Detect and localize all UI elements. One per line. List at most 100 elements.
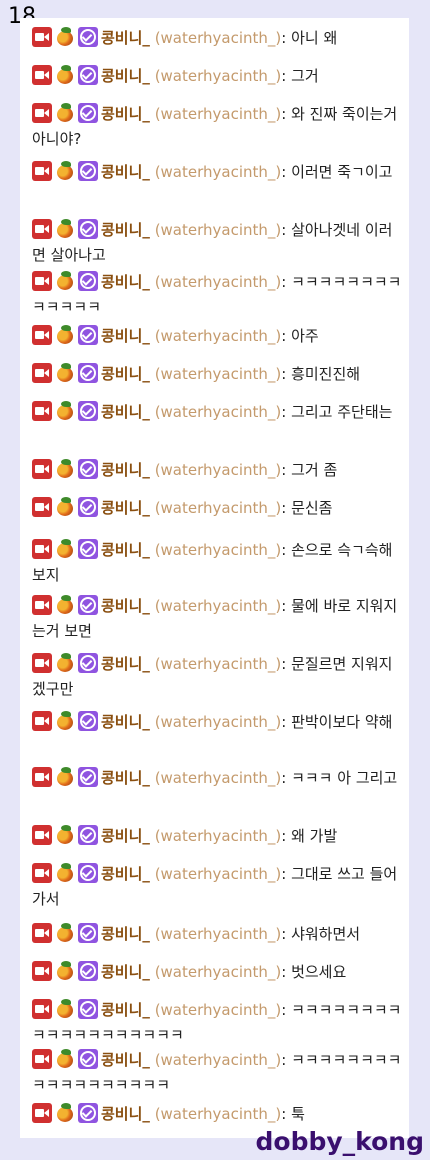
chat-username[interactable]: 콩비니_ [101,541,150,559]
chat-text: 그거 [291,67,319,85]
chat-text: 이러면 죽ㄱ이고 [291,163,393,181]
chat-separator: : [281,67,292,85]
chat-login: (waterhyacinth_) [154,461,282,479]
chat-message: 콩비니_ (waterhyacinth_): 그거 좀 [32,458,402,483]
chat-separator: : [281,273,292,291]
fruit-badge-icon [55,711,75,731]
chat-username[interactable]: 콩비니_ [101,597,150,615]
chat-message: 콩비니_ (waterhyacinth_): 아주 [32,324,402,349]
camera-badge-icon [32,219,52,239]
chat-separator: : [281,865,292,883]
chat-message: 콩비니_ (waterhyacinth_): 흥미진진해 [32,362,402,387]
chat-username[interactable]: 콩비니_ [101,273,150,291]
camera-badge-icon [32,161,52,181]
camera-badge-icon [32,923,52,943]
chat-message: 콩비니_ (waterhyacinth_): 왜 가발 [32,824,402,849]
chat-message: 콩비니_ (waterhyacinth_): 손으로 슥ㄱ슥해보지 [32,538,402,588]
chat-username[interactable]: 콩비니_ [101,365,150,383]
chat-message: 콩비니_ (waterhyacinth_): 살아나겟네 이러면 살아나고 [32,218,402,268]
chat-username[interactable]: 콩비니_ [101,221,150,239]
chat-username[interactable]: 콩비니_ [101,1051,150,1069]
camera-badge-icon [32,27,52,47]
chat-username[interactable]: 콩비니_ [101,769,150,787]
chat-username[interactable]: 콩비니_ [101,827,150,845]
chat-username[interactable]: 콩비니_ [101,499,150,517]
fruit-badge-icon [55,999,75,1019]
chat-message: 콩비니_ (waterhyacinth_): 벗으세요 [32,960,402,985]
chat-login: (waterhyacinth_) [154,273,282,291]
chat-username[interactable]: 콩비니_ [101,655,150,673]
chat-message: 콩비니_ (waterhyacinth_): 이러면 죽ㄱ이고 [32,160,402,185]
chat-username[interactable]: 콩비니_ [101,105,150,123]
chat-message: 콩비니_ (waterhyacinth_): 그거 [32,64,402,89]
chat-username[interactable]: 콩비니_ [101,865,150,883]
chat-text: 왜 가발 [291,827,338,845]
chat-separator: : [281,963,292,981]
chat-username[interactable]: 콩비니_ [101,29,150,47]
chat-login: (waterhyacinth_) [154,1051,282,1069]
chat-login: (waterhyacinth_) [154,67,282,85]
camera-badge-icon [32,653,52,673]
chat-login: (waterhyacinth_) [154,963,282,981]
verified-badge-icon [78,711,98,731]
chat-login: (waterhyacinth_) [154,365,282,383]
fruit-badge-icon [55,767,75,787]
verified-badge-icon [78,595,98,615]
chat-username[interactable]: 콩비니_ [101,713,150,731]
chat-login: (waterhyacinth_) [154,597,282,615]
chat-username[interactable]: 콩비니_ [101,963,150,981]
chat-message: 콩비니_ (waterhyacinth_): 문신좀 [32,496,402,521]
fruit-badge-icon [55,923,75,943]
chat-message: 콩비니_ (waterhyacinth_): ㅋㅋㅋㅋㅋㅋㅋㅋㅋㅋㅋㅋㅋ [32,270,402,320]
chat-username[interactable]: 콩비니_ [101,1105,150,1123]
verified-badge-icon [78,767,98,787]
chat-separator: : [281,327,292,345]
verified-badge-icon [78,271,98,291]
chat-text: 벗으세요 [291,963,347,981]
camera-badge-icon [32,497,52,517]
chat-username[interactable]: 콩비니_ [101,67,150,85]
verified-badge-icon [78,653,98,673]
chat-log[interactable]: 콩비니_ (waterhyacinth_): 아니 왜 콩비니_ (waterhy… [20,18,409,1138]
fruit-badge-icon [55,65,75,85]
chat-login: (waterhyacinth_) [154,221,282,239]
fruit-badge-icon [55,1103,75,1123]
verified-badge-icon [78,1103,98,1123]
verified-badge-icon [78,923,98,943]
camera-badge-icon [32,271,52,291]
fruit-badge-icon [55,103,75,123]
chat-username[interactable]: 콩비니_ [101,925,150,943]
fruit-badge-icon [55,653,75,673]
camera-badge-icon [32,401,52,421]
chat-username[interactable]: 콩비니_ [101,1001,150,1019]
chat-text: 그리고 주단태는 [291,403,393,421]
chat-login: (waterhyacinth_) [154,713,282,731]
chat-separator: : [281,597,292,615]
chat-username[interactable]: 콩비니_ [101,327,150,345]
chat-login: (waterhyacinth_) [154,499,282,517]
fruit-badge-icon [55,539,75,559]
camera-badge-icon [32,825,52,845]
chat-text: 흥미진진해 [291,365,361,383]
fruit-badge-icon [55,27,75,47]
verified-badge-icon [78,65,98,85]
verified-badge-icon [78,219,98,239]
chat-separator: : [281,29,292,47]
chat-separator: : [281,1001,292,1019]
chat-separator: : [281,713,292,731]
fruit-badge-icon [55,401,75,421]
fruit-badge-icon [55,961,75,981]
chat-login: (waterhyacinth_) [154,327,282,345]
chat-login: (waterhyacinth_) [154,1001,282,1019]
verified-badge-icon [78,27,98,47]
chat-message: 콩비니_ (waterhyacinth_): 그리고 주단태는 [32,400,402,425]
chat-message: 콩비니_ (waterhyacinth_): 툭 [32,1102,402,1127]
chat-username[interactable]: 콩비니_ [101,403,150,421]
chat-text: 툭 [291,1105,305,1123]
chat-message: 콩비니_ (waterhyacinth_): 아니 왜 [32,26,402,51]
fruit-badge-icon [55,1049,75,1069]
chat-username[interactable]: 콩비니_ [101,163,150,181]
chat-text: ㅋㅋㅋ 아 그리고 [291,769,398,787]
verified-badge-icon [78,401,98,421]
chat-username[interactable]: 콩비니_ [101,461,150,479]
